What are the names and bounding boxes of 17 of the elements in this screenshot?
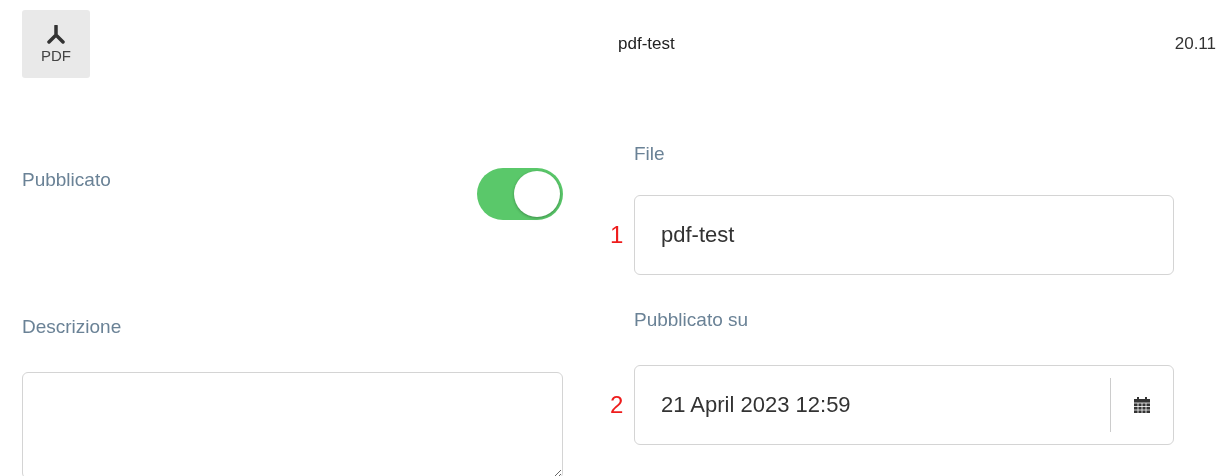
published-on-label: Pubblicato su [634, 309, 749, 330]
published-label: Pubblicato [22, 168, 111, 192]
pdf-icon [47, 24, 65, 45]
description-field[interactable] [22, 372, 563, 476]
annotation-number: 2 [609, 391, 625, 419]
calendar-icon [1133, 396, 1151, 414]
date-field[interactable]: 21 April 2023 12:59 [634, 365, 1174, 445]
file-label: File [634, 143, 665, 164]
file-field[interactable]: pdf-test [634, 195, 1174, 275]
pdf-thumbnail[interactable]: PDF [22, 10, 90, 78]
annotation-number: 1 [609, 221, 625, 249]
date-value: 21 April 2023 12:59 [661, 392, 851, 417]
thumbnail-label: PDF [41, 46, 71, 64]
file-name: pdf-test [618, 34, 675, 54]
published-toggle[interactable] [477, 168, 563, 220]
file-date: 20.11 [1174, 34, 1216, 54]
description-label: Descrizione [22, 315, 122, 339]
